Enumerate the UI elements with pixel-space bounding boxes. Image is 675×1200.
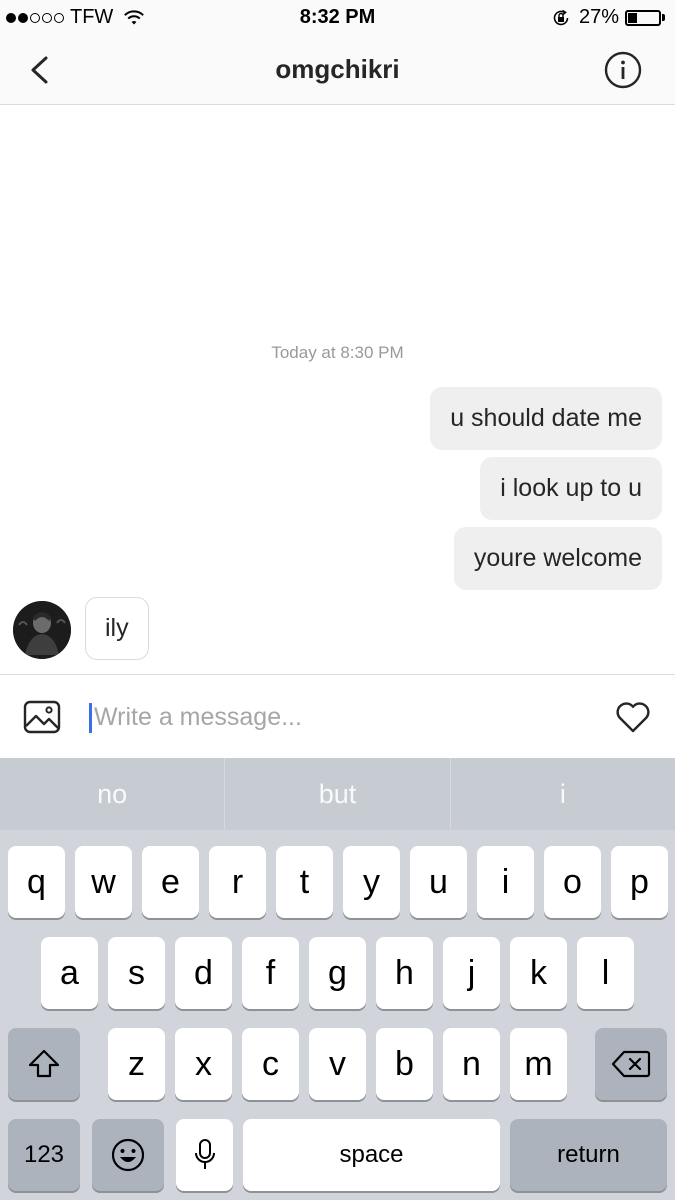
predictive-bar: no but i: [0, 758, 675, 830]
text-cursor: [89, 703, 92, 733]
status-right: 27%: [551, 6, 665, 29]
suggestion-item[interactable]: but: [225, 758, 451, 830]
emoji-icon: [111, 1138, 145, 1172]
gallery-button[interactable]: [22, 697, 62, 737]
battery-icon: [625, 9, 661, 26]
backspace-icon: [611, 1050, 651, 1078]
key-w[interactable]: w: [75, 846, 132, 918]
key-n[interactable]: n: [443, 1028, 500, 1100]
outgoing-message-bubble[interactable]: youre welcome: [453, 527, 662, 590]
key-l[interactable]: l: [577, 937, 634, 1009]
key-i[interactable]: i: [477, 846, 534, 918]
incoming-message-bubble[interactable]: ily: [85, 597, 149, 660]
info-circle-icon: [604, 51, 642, 89]
key-z[interactable]: z: [108, 1028, 165, 1100]
key-s[interactable]: s: [108, 937, 165, 1009]
shift-key[interactable]: [8, 1028, 80, 1100]
return-key[interactable]: return: [510, 1119, 667, 1191]
key-y[interactable]: y: [343, 846, 400, 918]
image-icon: [23, 700, 61, 734]
emoji-key[interactable]: [92, 1119, 164, 1191]
message-input[interactable]: [94, 699, 574, 735]
key-t[interactable]: t: [276, 846, 333, 918]
message-timestamp: Today at 8:30 PM: [271, 343, 404, 362]
shift-icon: [28, 1049, 60, 1078]
key-f[interactable]: f: [242, 937, 299, 1009]
suggestion-item[interactable]: i: [451, 758, 675, 830]
conversation-title[interactable]: omgchikri: [0, 54, 675, 85]
battery-percentage: 27%: [578, 6, 619, 28]
key-v[interactable]: v: [309, 1028, 366, 1100]
avatar[interactable]: [13, 601, 71, 659]
like-button[interactable]: [613, 697, 653, 737]
microphone-icon: [194, 1139, 215, 1169]
key-q[interactable]: q: [8, 846, 65, 918]
key-u[interactable]: u: [410, 846, 467, 918]
chat-header: omgchikri: [0, 36, 675, 105]
key-r[interactable]: r: [209, 846, 266, 918]
numbers-key[interactable]: 123: [8, 1119, 80, 1191]
key-c[interactable]: c: [242, 1028, 299, 1100]
key-h[interactable]: h: [376, 937, 433, 1009]
key-x[interactable]: x: [175, 1028, 232, 1100]
outgoing-message-bubble[interactable]: i look up to u: [480, 457, 662, 520]
space-key[interactable]: space: [243, 1119, 500, 1191]
delete-key[interactable]: [595, 1028, 667, 1100]
heart-icon: [616, 702, 650, 733]
keyboard: no but i q w e r t y u i o p a s d f g h…: [0, 758, 675, 1200]
info-button[interactable]: [603, 50, 643, 90]
key-j[interactable]: j: [443, 937, 500, 1009]
key-m[interactable]: m: [510, 1028, 567, 1100]
battery-tip: [662, 14, 665, 21]
message-composer: [0, 674, 675, 759]
avatar-photo: [13, 601, 71, 659]
key-k[interactable]: k: [510, 937, 567, 1009]
orientation-lock-icon: [553, 9, 569, 25]
battery-fill: [628, 12, 637, 23]
status-bar: TFW 8:32 PM 27%: [0, 0, 675, 36]
key-b[interactable]: b: [376, 1028, 433, 1100]
key-a[interactable]: a: [41, 937, 98, 1009]
key-o[interactable]: o: [544, 846, 601, 918]
key-p[interactable]: p: [611, 846, 668, 918]
dictation-key[interactable]: [176, 1119, 233, 1191]
outgoing-message-bubble[interactable]: u should date me: [430, 387, 662, 450]
key-g[interactable]: g: [309, 937, 366, 1009]
key-d[interactable]: d: [175, 937, 232, 1009]
key-e[interactable]: e: [142, 846, 199, 918]
suggestion-item[interactable]: no: [0, 758, 226, 830]
